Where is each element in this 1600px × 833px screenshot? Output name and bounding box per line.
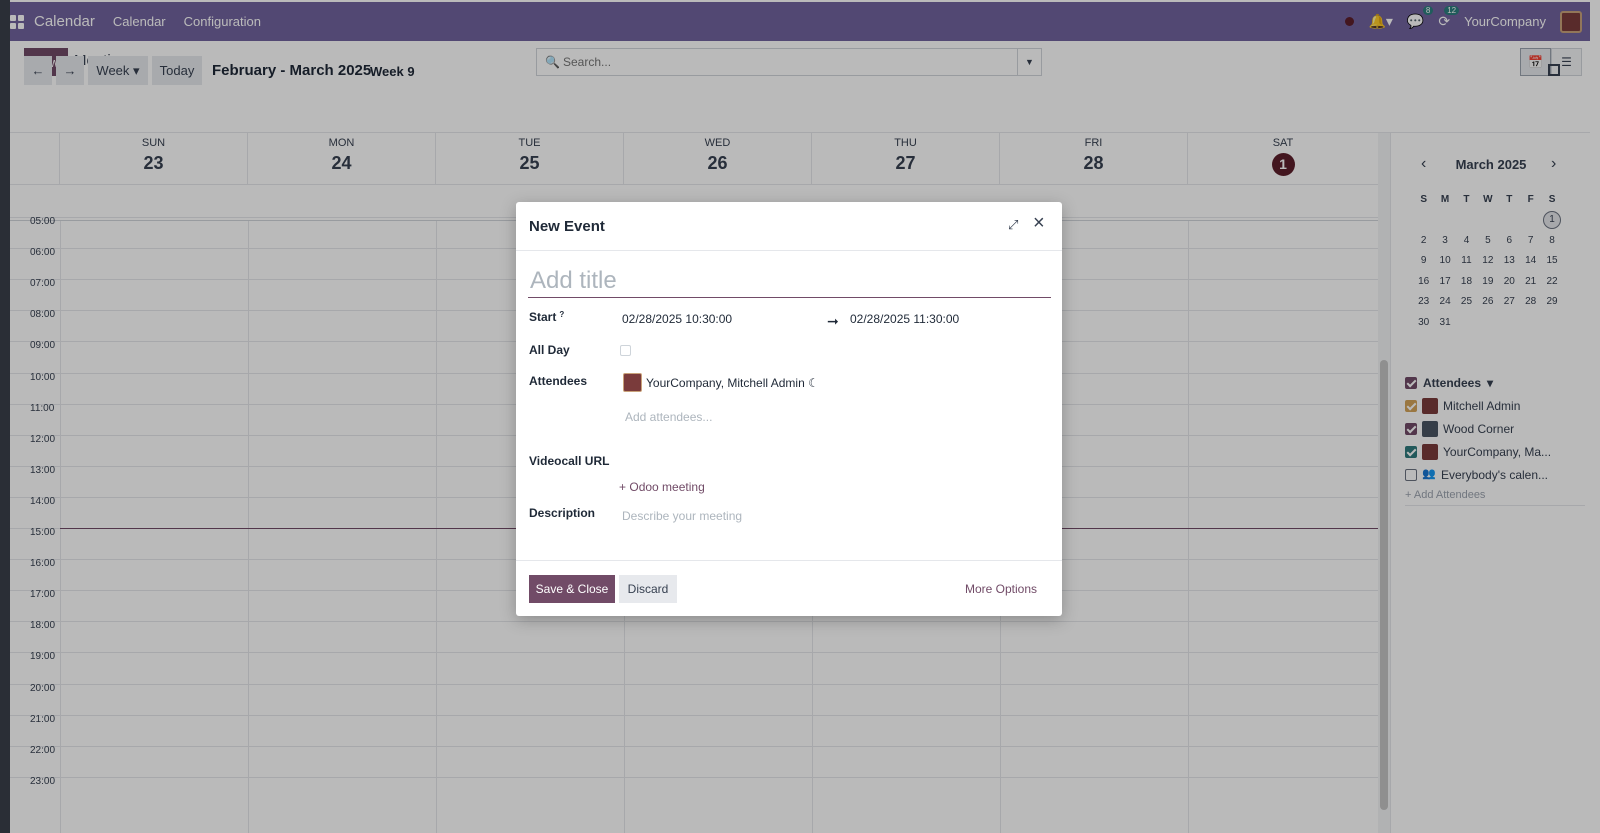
attendee-name: YourCompany, Mitchell Admin [646, 376, 805, 390]
save-close-button[interactable]: Save & Close [529, 575, 615, 603]
start-label: Start? [529, 310, 564, 324]
help-icon[interactable]: ? [559, 310, 564, 319]
new-event-dialog: New Event ⤢ × Add title Start? 02/28/202… [516, 202, 1062, 616]
dialog-footer: Save & Close Discard More Options [516, 560, 1062, 616]
odoo-meeting-label: Odoo meeting [629, 480, 705, 494]
description-label: Description [529, 506, 596, 520]
dialog-header: New Event ⤢ × [516, 202, 1062, 251]
plus-icon: + [619, 480, 627, 494]
add-attendees-input[interactable]: Add attendees... [625, 410, 712, 424]
more-options-link[interactable]: More Options [965, 582, 1037, 596]
arrow-right-icon: ➞ [827, 313, 839, 329]
description-field[interactable]: Describe your meeting [622, 509, 742, 523]
dialog-title: New Event [529, 218, 605, 235]
allday-label: All Day [529, 343, 570, 357]
discard-button[interactable]: Discard [619, 575, 677, 603]
attendee-tag[interactable]: YourCompany, Mitchell Admin ☾ [646, 376, 819, 390]
close-icon[interactable]: × [1033, 213, 1045, 233]
avatar [623, 373, 642, 392]
allday-checkbox[interactable] [620, 345, 631, 356]
odoo-meeting-link[interactable]: + Odoo meeting [619, 480, 705, 494]
expand-icon[interactable]: ⤢ [1008, 217, 1018, 233]
videocall-label: Videocall URL [529, 454, 610, 468]
event-title-input[interactable]: Add title [528, 264, 1051, 298]
start-label-text: Start [529, 310, 557, 324]
start-datetime-field[interactable]: 02/28/2025 10:30:00 [622, 312, 732, 326]
end-datetime-field[interactable]: 02/28/2025 11:30:00 [850, 312, 959, 326]
moon-icon: ☾ [808, 376, 819, 390]
attendees-label: Attendees [529, 374, 588, 388]
